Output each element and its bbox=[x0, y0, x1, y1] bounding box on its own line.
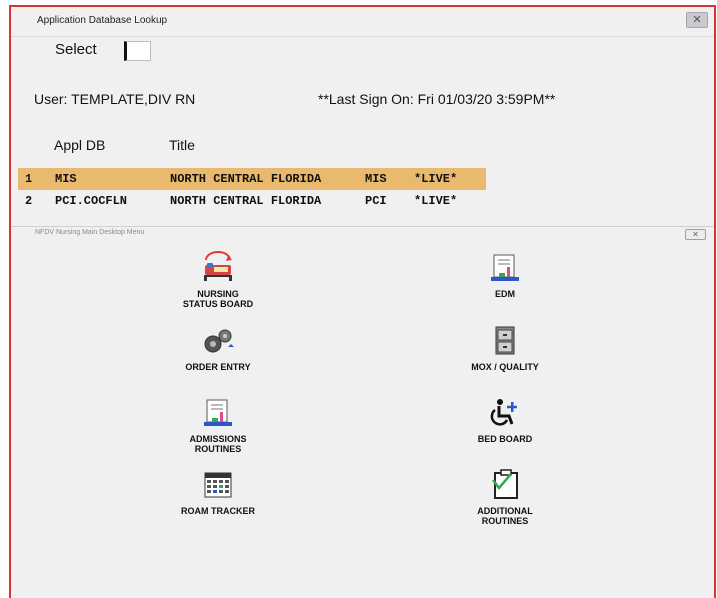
calendar-grid-icon bbox=[204, 472, 232, 498]
row-code: MIS bbox=[365, 172, 387, 186]
menu-label: ADMISSIONS ROUTINES bbox=[189, 434, 247, 454]
row-appl-db: MIS bbox=[55, 172, 77, 186]
window-titlebar[interactable]: Application Database Lookup ✕ bbox=[11, 7, 714, 37]
row-appl-db: PCI.COCFLN bbox=[55, 194, 128, 208]
chart-clipboard-icon bbox=[204, 399, 232, 426]
row-number: 2 bbox=[25, 194, 33, 208]
nursing-main-desktop-menu-window: NFDV Nursing Main Desktop Menu ✕ NURSING… bbox=[9, 226, 716, 598]
user-info: User: TEMPLATE,DIV RN bbox=[34, 91, 196, 107]
row-number: 1 bbox=[25, 172, 33, 186]
menu-additional-routines[interactable]: ADDITIONAL ROUTINES bbox=[435, 468, 575, 526]
file-cabinet-icon bbox=[495, 326, 515, 355]
row-title: NORTH CENTRAL FLORIDA bbox=[170, 172, 322, 186]
row-title: NORTH CENTRAL FLORIDA bbox=[170, 194, 322, 208]
row-status: *LIVE* bbox=[414, 172, 458, 186]
menu-edm[interactable]: EDM bbox=[435, 251, 575, 299]
gears-icon bbox=[204, 329, 234, 353]
menu-order-entry[interactable]: ORDER ENTRY bbox=[148, 324, 288, 372]
app-database-lookup-window: Application Database Lookup ✕ Select Use… bbox=[9, 5, 716, 230]
menu-label: EDM bbox=[495, 289, 515, 299]
menu-label: ADDITIONAL ROUTINES bbox=[477, 506, 533, 526]
row-code: PCI bbox=[365, 194, 387, 208]
window-titlebar[interactable]: NFDV Nursing Main Desktop Menu ✕ bbox=[11, 226, 714, 242]
wheelchair-icon bbox=[490, 399, 517, 426]
row-status: *LIVE* bbox=[414, 194, 458, 208]
menu-label: MOX / QUALITY bbox=[471, 362, 539, 372]
menu-label: ORDER ENTRY bbox=[185, 362, 251, 372]
menu-label: NURSING STATUS BOARD bbox=[182, 289, 254, 309]
column-header-appl-db: Appl DB bbox=[54, 137, 106, 153]
menu-roam-tracker[interactable]: ROAM TRACKER bbox=[148, 468, 288, 516]
database-row[interactable]: 1 MIS NORTH CENTRAL FLORIDA MIS *LIVE* bbox=[18, 168, 486, 190]
window-title: NFDV Nursing Main Desktop Menu bbox=[35, 229, 145, 236]
column-header-title: Title bbox=[169, 137, 195, 153]
close-button[interactable]: ✕ bbox=[685, 229, 706, 240]
select-input[interactable] bbox=[124, 41, 151, 61]
nursing-bed-icon bbox=[204, 251, 232, 281]
chart-clipboard-icon bbox=[491, 254, 519, 281]
last-sign-on: **Last Sign On: Fri 01/03/20 3:59PM** bbox=[318, 91, 556, 107]
window-title: Application Database Lookup bbox=[37, 15, 168, 26]
menu-bed-board[interactable]: BED BOARD bbox=[435, 396, 575, 444]
select-label: Select bbox=[55, 41, 97, 58]
menu-label: ROAM TRACKER bbox=[181, 506, 255, 516]
close-button[interactable]: ✕ bbox=[686, 12, 708, 28]
menu-label: BED BOARD bbox=[477, 434, 533, 444]
database-row[interactable]: 2 PCI.COCFLN NORTH CENTRAL FLORIDA PCI *… bbox=[18, 190, 486, 212]
checklist-clipboard-icon bbox=[492, 469, 518, 499]
menu-admissions-routines[interactable]: ADMISSIONS ROUTINES bbox=[148, 396, 288, 454]
menu-mox-quality[interactable]: MOX / QUALITY bbox=[435, 324, 575, 372]
menu-nursing-status-board[interactable]: NURSING STATUS BOARD bbox=[148, 251, 288, 309]
